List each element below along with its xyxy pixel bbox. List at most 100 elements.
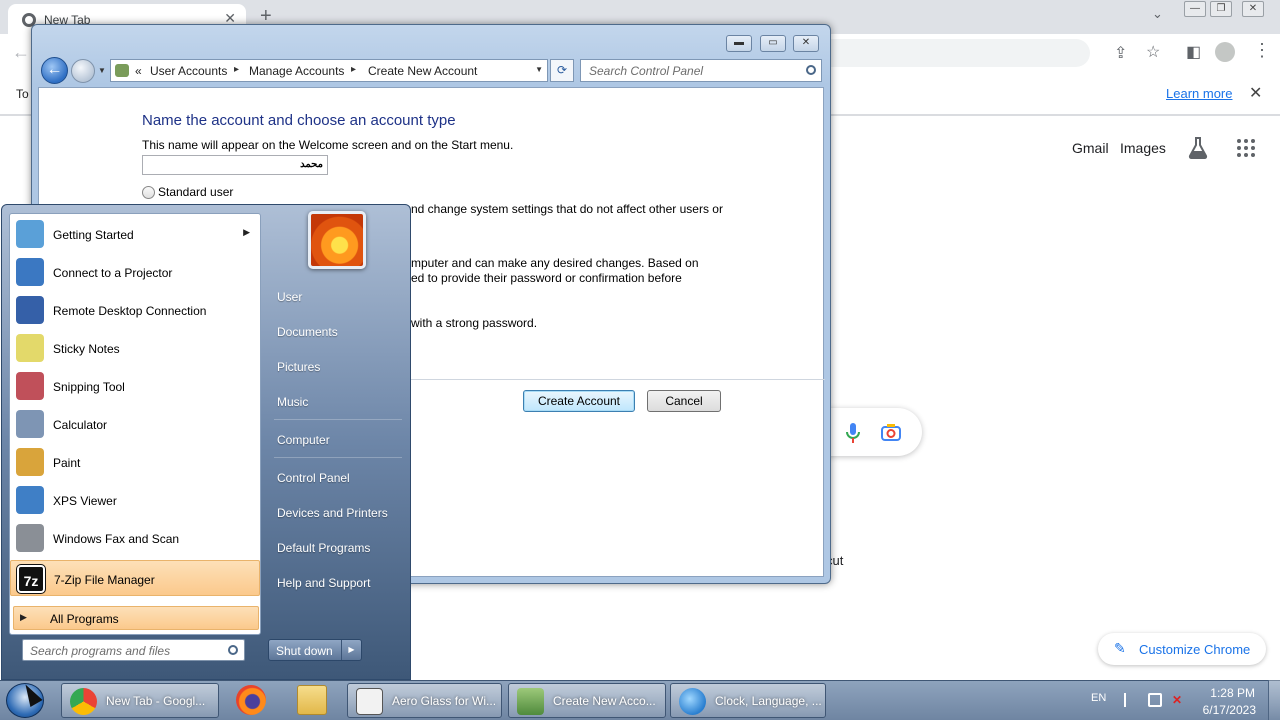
clock-time[interactable]: 1:28 PM: [1205, 686, 1255, 700]
start-search-input[interactable]: Search programs and files: [22, 639, 245, 661]
start-right-control-panel[interactable]: Control Panel: [277, 471, 350, 485]
google-search-box[interactable]: [820, 408, 922, 456]
all-programs-arrow-icon: ▶: [20, 612, 27, 622]
program-remote-desktop-connection[interactable]: Remote Desktop Connection: [10, 292, 260, 328]
standard-user-label[interactable]: Standard user: [158, 185, 233, 199]
start-right-user[interactable]: User: [277, 290, 302, 304]
network-icon[interactable]: [1148, 693, 1162, 707]
taskbar-create-new-account-button[interactable]: Create New Acco...: [508, 683, 666, 718]
user-picture-avatar[interactable]: [308, 211, 366, 269]
calculator-icon: [16, 410, 44, 438]
program-label: Calculator: [53, 418, 108, 432]
all-programs-button[interactable]: ▶ All Programs: [13, 606, 259, 630]
program-label: Windows Fax and Scan: [53, 532, 180, 546]
search-icon[interactable]: [806, 65, 816, 75]
bookmark-star-icon[interactable]: ☆: [1146, 42, 1160, 62]
password-recommendation: with a strong password.: [411, 316, 538, 330]
chrome-close-button[interactable]: ✕: [1242, 1, 1264, 17]
refresh-icon[interactable]: ⟳: [550, 59, 574, 82]
breadcrumb-user-accounts[interactable]: User Accounts: [150, 64, 227, 78]
images-link[interactable]: Images: [1120, 140, 1166, 156]
xps-viewer-icon: [16, 486, 44, 514]
voice-search-mic-icon[interactable]: [846, 423, 860, 443]
gmail-link[interactable]: Gmail: [1072, 140, 1109, 156]
chrome-menu-icon[interactable]: ⋮: [1253, 40, 1271, 61]
chrome-minimize-button[interactable]: —: [1184, 1, 1206, 17]
forward-button[interactable]: [71, 59, 95, 83]
program-connect-to-a-projector[interactable]: Connect to a Projector: [10, 254, 260, 290]
action-center-flag-icon[interactable]: [1124, 693, 1138, 707]
pinned-programs-list: Getting Started ▶ Connect to a Projector…: [9, 213, 261, 635]
breadcrumb-separator[interactable]: ▸: [351, 64, 356, 75]
firefox-icon[interactable]: [236, 685, 266, 715]
profile-avatar[interactable]: [1215, 42, 1235, 62]
program-label: Snipping Tool: [53, 380, 125, 394]
show-desktop-button[interactable]: [1268, 680, 1280, 720]
shut-down-options-arrow-icon[interactable]: ▶: [341, 640, 361, 660]
program-paint[interactable]: Paint: [10, 444, 260, 480]
program-sticky-notes[interactable]: Sticky Notes: [10, 330, 260, 366]
program-getting-started[interactable]: Getting Started ▶: [10, 216, 260, 252]
program-7-zip-file-manager[interactable]: 7z 7-Zip File Manager: [10, 560, 260, 596]
search-icon[interactable]: [228, 645, 238, 655]
taskbar-button-label: New Tab - Googl...: [106, 694, 206, 708]
customize-chrome-button[interactable]: ✎ Customize Chrome: [1098, 633, 1266, 665]
program-calculator[interactable]: Calculator: [10, 406, 260, 442]
program-snipping-tool[interactable]: Snipping Tool: [10, 368, 260, 404]
start-right-help-and-support[interactable]: Help and Support: [277, 576, 370, 590]
page-title: Name the account and choose an account t…: [142, 112, 456, 129]
cancel-button[interactable]: Cancel: [647, 390, 721, 412]
start-right-separator: [274, 419, 402, 420]
clock-date[interactable]: 6/17/2023: [1192, 703, 1256, 717]
control-panel-search-input[interactable]: Search Control Panel: [580, 59, 822, 82]
snipping-tool-icon: [16, 372, 44, 400]
cp-minimize-button[interactable]: ▬: [726, 35, 752, 52]
language-indicator[interactable]: EN: [1091, 692, 1106, 704]
file-explorer-folder-icon[interactable]: [297, 685, 327, 715]
start-right-devices-and-printers[interactable]: Devices and Printers: [277, 506, 388, 520]
back-button[interactable]: ←: [41, 57, 68, 84]
program-label: 7-Zip File Manager: [54, 573, 155, 587]
program-windows-fax-and-scan[interactable]: Windows Fax and Scan: [10, 520, 260, 556]
start-right-computer[interactable]: Computer: [277, 433, 330, 447]
tab-search-chevron-icon[interactable]: ⌄: [1152, 6, 1163, 22]
breadcrumb-separator[interactable]: ▸: [234, 64, 239, 75]
program-xps-viewer[interactable]: XPS Viewer: [10, 482, 260, 518]
taskbar-chrome-button[interactable]: New Tab - Googl...: [61, 683, 219, 718]
fax-scanner-icon: [16, 524, 44, 552]
omnibox[interactable]: [830, 39, 1090, 67]
start-right-default-programs[interactable]: Default Programs: [277, 541, 370, 555]
start-right-pictures[interactable]: Pictures: [277, 360, 320, 374]
standard-user-radio[interactable]: [142, 186, 155, 199]
create-account-button[interactable]: Create Account: [523, 390, 635, 412]
breadcrumb-overflow[interactable]: «: [135, 64, 142, 78]
cp-maximize-button[interactable]: ▭: [760, 35, 786, 52]
side-panel-icon[interactable]: ◧: [1186, 42, 1201, 62]
back-arrow-icon[interactable]: ←: [12, 42, 30, 63]
taskbar-aero-glass-button[interactable]: Aero Glass for Wi...: [347, 683, 502, 718]
user-accounts-icon: [517, 688, 544, 715]
recent-pages-dropdown-icon[interactable]: ▼: [98, 66, 106, 75]
infobar-close-icon[interactable]: ✕: [1249, 83, 1262, 103]
account-name-field[interactable]: محمد: [142, 155, 328, 175]
program-label: Connect to a Projector: [53, 266, 173, 280]
learn-more-link[interactable]: Learn more: [1166, 86, 1232, 101]
breadcrumb-manage-accounts[interactable]: Manage Accounts: [249, 64, 344, 78]
chrome-restore-button[interactable]: ❐: [1210, 1, 1232, 17]
program-label: Paint: [53, 456, 81, 470]
address-bar[interactable]: « User Accounts ▸ Manage Accounts ▸ Crea…: [110, 59, 548, 82]
start-right-documents[interactable]: Documents: [277, 325, 338, 339]
taskbar-clock-language-button[interactable]: Clock, Language, ...: [670, 683, 826, 718]
search-placeholder: Search Control Panel: [589, 64, 704, 78]
submenu-arrow-icon: ▶: [243, 227, 250, 237]
google-lens-camera-icon[interactable]: [881, 424, 901, 441]
shut-down-button[interactable]: Shut down ▶: [268, 639, 362, 661]
labs-flask-icon[interactable]: [1188, 137, 1208, 159]
start-right-music[interactable]: Music: [277, 395, 308, 409]
share-icon[interactable]: ⇪: [1114, 43, 1127, 63]
breadcrumb-create-new-account[interactable]: Create New Account: [368, 64, 477, 78]
volume-muted-icon[interactable]: ✕: [1172, 693, 1186, 707]
cp-close-button[interactable]: ✕: [793, 35, 819, 52]
address-dropdown-icon[interactable]: ▼: [535, 65, 543, 74]
google-apps-icon[interactable]: [1237, 139, 1255, 157]
